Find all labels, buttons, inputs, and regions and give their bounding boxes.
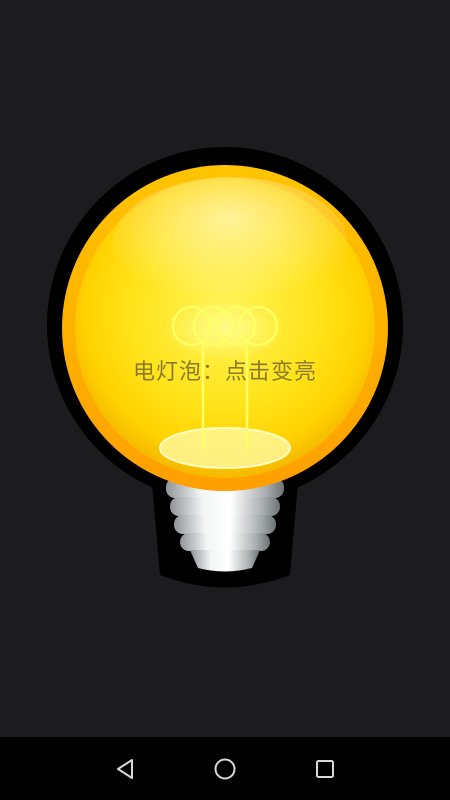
recent-square-icon [316,759,334,778]
home-button[interactable] [195,737,255,800]
recent-apps-button[interactable] [295,737,355,800]
app-content: 电灯泡：点击变亮 [0,0,450,737]
system-navigation-bar [0,737,450,800]
back-triangle-icon [117,758,133,779]
back-button[interactable] [95,737,155,800]
bulb-label: 电灯泡：点击变亮 [132,360,317,385]
home-circle-icon [214,758,236,779]
light-bulb-button[interactable]: 电灯泡：点击变亮 [0,0,450,737]
